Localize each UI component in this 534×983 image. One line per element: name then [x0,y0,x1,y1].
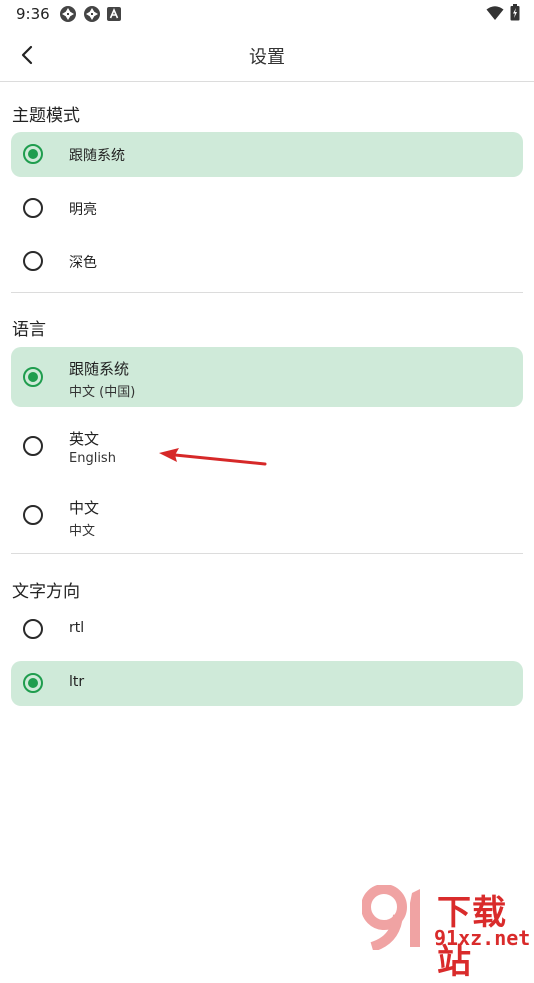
option-sublabel: 中文 [69,524,96,539]
watermark-logo: 下载站 91xz.net [362,885,534,982]
font-a-icon [107,7,121,21]
direction-option-ltr[interactable]: ltr [11,661,523,706]
theme-option-follow-system[interactable]: 跟随系统 [11,132,523,177]
watermark-91-icon [362,885,420,950]
language-option-chinese[interactable]: 中文 中文 [11,485,523,545]
language-option-follow-system[interactable]: 跟随系统 中文 (中国) [11,347,523,407]
status-time: 9:36 [16,5,50,23]
option-sublabel: 中文 (中国) [69,385,136,400]
option-label: ltr [69,674,85,690]
radio-unselected[interactable] [23,436,43,456]
battery-icon [510,4,520,21]
radio-selected[interactable] [23,144,43,164]
option-label: 中文 [69,499,100,517]
option-label: 深色 [69,255,97,271]
direction-option-rtl[interactable]: rtl [11,607,523,652]
radio-unselected[interactable] [23,505,43,525]
system-icons [486,4,520,21]
divider [11,553,523,554]
option-sublabel: English [69,451,116,466]
radio-unselected[interactable] [23,251,43,271]
aperture-icon [60,6,76,22]
watermark-url: 91xz.net [434,926,531,950]
annotation-arrow-icon [159,448,267,466]
option-label: 跟随系统 [69,360,130,378]
status-bar: 9:36 [0,0,534,28]
wifi-icon [486,5,504,20]
theme-section-title: 主题模式 [12,106,80,126]
theme-option-dark[interactable]: 深色 [11,239,523,284]
option-label: rtl [69,620,85,636]
language-section-title: 语言 [12,320,46,340]
radio-selected[interactable] [23,367,43,387]
divider [11,292,523,293]
page-title: 设置 [249,47,285,68]
option-label: 英文 [69,430,100,448]
option-label: 跟随系统 [69,148,125,164]
aperture-icon [84,6,100,22]
radio-unselected[interactable] [23,198,43,218]
notification-icons [59,5,121,23]
option-label: 明亮 [69,202,97,218]
theme-option-light[interactable]: 明亮 [11,186,523,231]
app-bar: 设置 [0,28,534,82]
radio-selected[interactable] [23,673,43,693]
direction-section-title: 文字方向 [12,582,80,602]
radio-unselected[interactable] [23,619,43,639]
